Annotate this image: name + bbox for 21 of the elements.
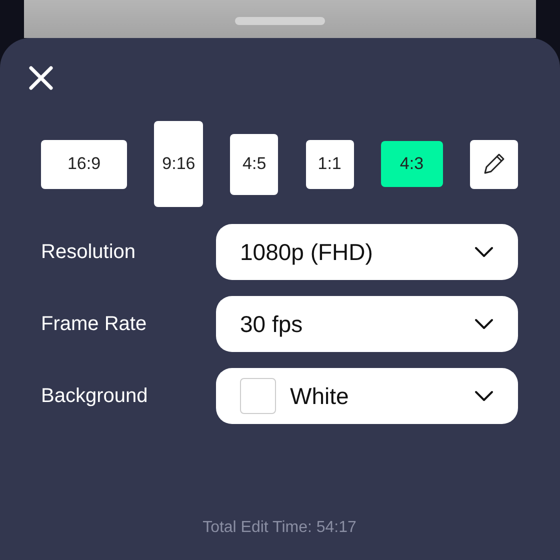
dropdown[interactable]: White xyxy=(216,368,518,424)
aspect-ratio-button[interactable]: 9:16 xyxy=(154,121,204,207)
setting-label: Background xyxy=(41,384,149,409)
chevron-down-icon xyxy=(474,246,494,258)
dropdown-value: White xyxy=(290,382,350,411)
drag-handle[interactable] xyxy=(235,17,325,25)
dropdown[interactable]: 30 fps xyxy=(216,296,518,352)
aspect-ratio-button[interactable]: 4:3 xyxy=(380,141,443,187)
setting-label: Resolution xyxy=(41,240,137,265)
close-button[interactable] xyxy=(27,64,55,92)
edit-button[interactable] xyxy=(470,140,518,188)
aspect-ratio-button[interactable]: 16:9 xyxy=(41,140,127,188)
aspect-ratio-button[interactable]: 4:5 xyxy=(230,134,278,194)
total-edit-time: Total Edit Time: 54:17 xyxy=(202,518,358,538)
dropdown[interactable]: 1080p (FHD) xyxy=(216,224,518,280)
dropdown-value: 1080p (FHD) xyxy=(240,238,374,267)
chevron-down-icon xyxy=(474,390,494,402)
dropdown-value: 30 fps xyxy=(240,310,304,339)
setting-label: Frame Rate xyxy=(41,312,148,337)
aspect-ratio-button[interactable]: 1:1 xyxy=(306,140,354,188)
chevron-down-icon xyxy=(474,318,494,330)
